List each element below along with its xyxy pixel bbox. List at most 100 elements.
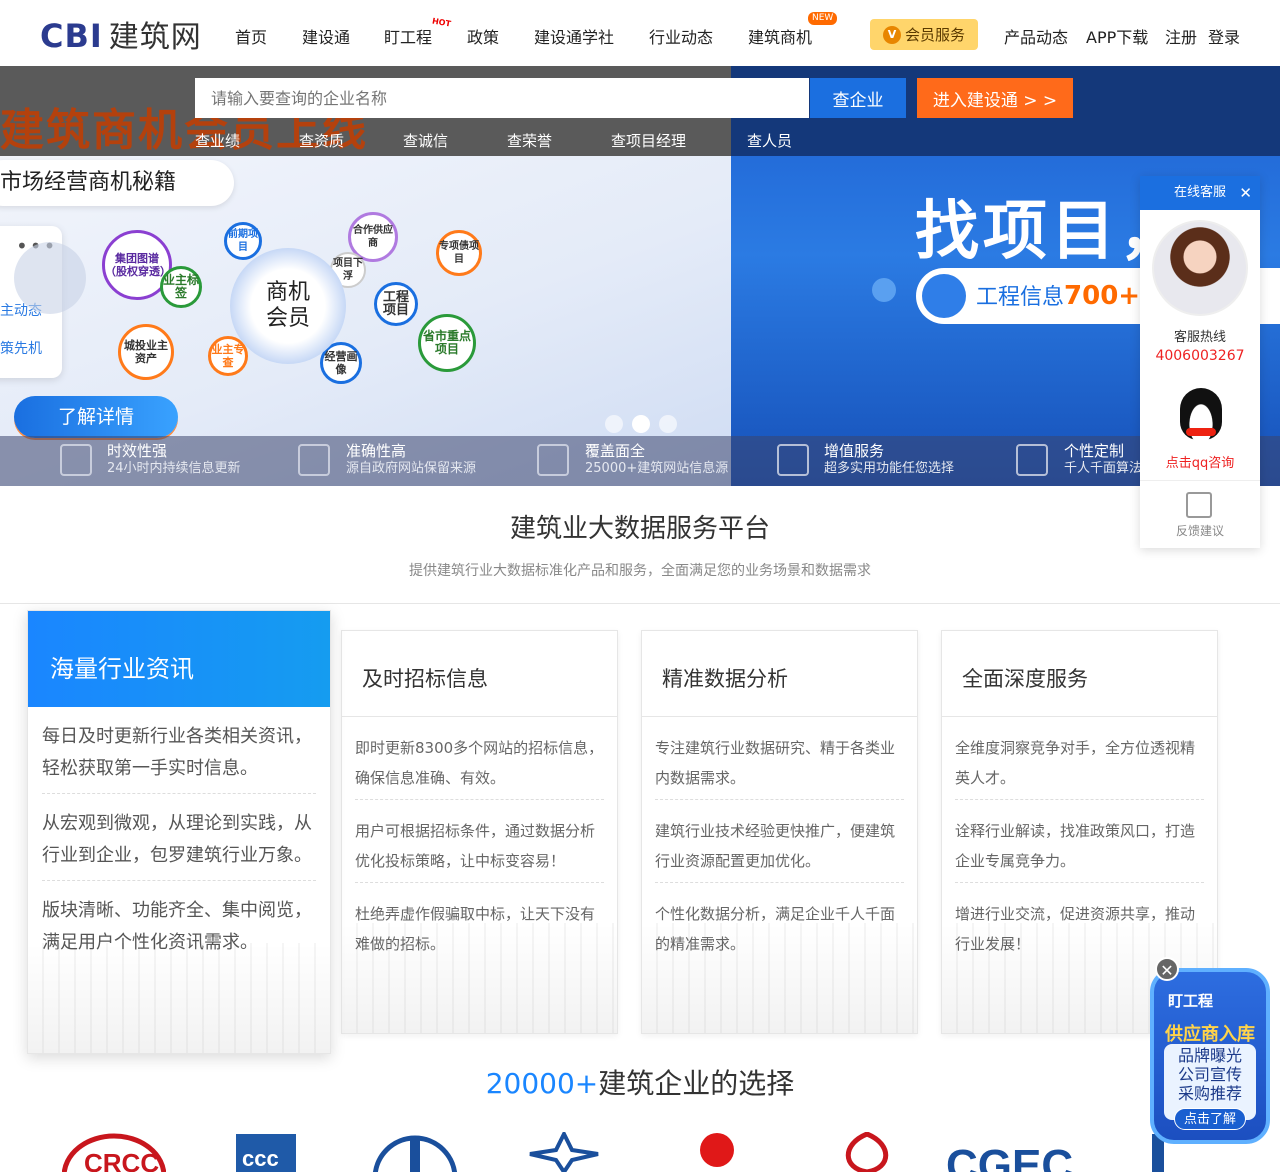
nav-product-news[interactable]: 产品动态 <box>1004 24 1068 48</box>
vip-service-button[interactable]: V 会员服务 <box>870 19 978 50</box>
crcc-logo: CRCC <box>62 1132 166 1172</box>
construction-skyline-decor <box>642 923 917 1033</box>
floater-title: 供应商入库 <box>1165 1024 1255 1045</box>
floater-line: 品牌曝光 <box>1177 1046 1242 1065</box>
supplier-promo-floater[interactable]: 盯工程 供应商入库 品牌曝光 公司宣传 采购推荐 点击了解 <box>1150 968 1270 1144</box>
section-subtitle: 提供建筑行业大数据标准化产品和服务，全面满足您的业务场景和数据需求 <box>409 563 871 579</box>
feature-coverage: 覆盖面全 25000+建筑网站信息源 <box>585 442 728 478</box>
side-circle-decor <box>14 242 86 314</box>
card-tender-info[interactable]: 及时招标信息 即时更新8300多个网站的招标信息，确保信息准确、有效。 用户可根… <box>341 630 618 1034</box>
cube-icon <box>537 444 569 476</box>
cscec-logo: ccc <box>236 1132 296 1172</box>
section-title: 建筑业大数据服务平台 <box>509 514 770 544</box>
side-card-item: 策先机 <box>0 341 42 357</box>
carousel-dot[interactable] <box>605 415 623 433</box>
card-industry-news[interactable]: 海量行业资讯 每日及时更新行业各类相关资讯，轻松获取第一手实时信息。 从宏观到微… <box>27 610 331 1054</box>
nav-register[interactable]: 注册 <box>1165 24 1197 48</box>
cccc-logo <box>528 1132 600 1172</box>
nav-business-opportunity[interactable]: 建筑商机 <box>748 24 812 48</box>
divider <box>0 603 1280 604</box>
feature-title: 准确性高 <box>346 442 407 460</box>
card-item: 专注建筑行业数据研究、精于各类业内数据需求。 <box>655 717 904 800</box>
search-company-button[interactable]: 查企业 <box>810 78 906 118</box>
tab-integrity[interactable]: 查诚信 <box>403 130 448 151</box>
target-icon <box>298 444 330 476</box>
right-pill-text: 工程信息 <box>976 285 1065 310</box>
nav-academy[interactable]: 建设通学社 <box>534 24 614 48</box>
feature-value-added: 增值服务 超多实用功能任您选择 <box>824 442 954 478</box>
hotline-number[interactable]: 4006003267 <box>1140 348 1260 364</box>
tab-qualification[interactable]: 查资质 <box>299 130 344 151</box>
bubble-owner-tag: 业主标签 <box>160 266 202 308</box>
feature-title: 覆盖面全 <box>585 442 646 460</box>
service-header: 在线客服 ✕ <box>1140 176 1260 210</box>
nav-home[interactable]: 首页 <box>235 24 267 48</box>
qq-consult-link[interactable]: 点击qq咨询 <box>1140 452 1260 471</box>
card-item: 建筑行业技术经验更快推广，便建筑行业资源配置更加优化。 <box>655 800 904 883</box>
svg-text:CGEC: CGEC <box>946 1141 1073 1172</box>
feature-desc: 千人千面算法 <box>1064 461 1143 476</box>
nav-app-download[interactable]: APP下载 <box>1086 24 1148 48</box>
divider <box>1140 480 1260 481</box>
logo-text: 建筑网 <box>108 20 202 55</box>
floater-line: 采购推荐 <box>1177 1084 1242 1103</box>
online-service-panel: 在线客服 ✕ 客服热线 4006003267 点击qq咨询 反馈建议 <box>1140 176 1260 548</box>
brands-label: 建筑企业的选择 <box>598 1067 795 1100</box>
list-icon <box>922 274 966 318</box>
feature-bar: 时效性强 24小时内持续信息更新 准确性高 源自政府网站保留来源 覆盖面全 25000… <box>0 436 1280 486</box>
cgec-logo: CGEC <box>946 1132 1082 1172</box>
calendar-icon <box>60 444 92 476</box>
qq-penguin-icon[interactable] <box>1180 388 1222 440</box>
bubble-engineering-project: 工程项目 <box>374 282 418 326</box>
feature-title: 增值服务 <box>824 442 885 460</box>
feature-desc: 超多实用功能任您选择 <box>824 461 955 476</box>
tab-project-manager[interactable]: 查项目经理 <box>611 130 686 151</box>
learn-more-button[interactable]: 了解详情 <box>14 396 178 438</box>
nav-industry-news[interactable]: 行业动态 <box>649 24 713 48</box>
banner-pill-heading: 市场经营商机秘籍 <box>0 160 234 206</box>
card-data-analysis[interactable]: 精准数据分析 专注建筑行业数据研究、精于各类业内数据需求。 建筑行业技术经验更快… <box>641 630 918 1034</box>
card-title: 精准数据分析 <box>642 631 917 717</box>
enter-jianshetong-button[interactable]: 进入建设通 > > <box>917 78 1073 118</box>
vip-icon: V <box>882 25 901 44</box>
close-icon[interactable]: ✕ <box>1239 176 1252 210</box>
crec-logo <box>370 1132 460 1172</box>
nav-dinggongcheng[interactable]: 盯工程 <box>384 24 432 48</box>
bubble-special-bond: 专项债项目 <box>436 230 482 276</box>
nav-policy[interactable]: 政策 <box>467 24 499 48</box>
card-title: 海量行业资讯 <box>28 611 330 707</box>
nav-login[interactable]: 登录 <box>1208 24 1240 48</box>
bubble-early-project: 前期项目 <box>224 222 262 260</box>
carousel-dot[interactable] <box>659 415 677 433</box>
hot-badge: HOT <box>431 16 452 29</box>
nav-jianshetong[interactable]: 建设通 <box>302 24 350 48</box>
close-icon[interactable]: ✕ <box>1155 957 1179 981</box>
construction-skyline-decor <box>342 923 617 1033</box>
tab-performance[interactable]: 查业绩 <box>195 130 240 151</box>
site-logo[interactable]: CBI 建筑网 <box>40 12 202 56</box>
feature-title: 时效性强 <box>107 442 168 460</box>
vip-label: 会员服务 <box>904 26 965 44</box>
bubble-city-investment: 城投业主资产 <box>118 324 174 380</box>
puzzle-icon <box>777 444 809 476</box>
carousel-dot-active[interactable] <box>632 415 650 433</box>
floater-brand: 盯工程 <box>1168 992 1214 1010</box>
floater-learn-button[interactable]: 点击了解 <box>1174 1108 1246 1130</box>
feature-timeliness: 时效性强 24小时内持续信息更新 <box>107 442 241 478</box>
feature-desc: 24小时内持续信息更新 <box>107 461 241 476</box>
card-title: 及时招标信息 <box>342 631 617 717</box>
card-item: 从宏观到微观，从理论到实践，从行业到企业，包罗建筑行业万象。 <box>42 794 316 881</box>
feature-title: 个性定制 <box>1064 442 1125 460</box>
card-item: 每日及时更新行业各类相关资讯，轻松获取第一手实时信息。 <box>42 707 316 794</box>
tab-personnel[interactable]: 查人员 <box>747 130 792 151</box>
card-title: 全面深度服务 <box>942 631 1217 717</box>
feature-desc: 25000+建筑网站信息源 <box>585 461 729 476</box>
tab-honors[interactable]: 查荣誉 <box>507 130 552 151</box>
construction-skyline-decor <box>28 943 330 1053</box>
feature-customization: 个性定制 千人千面算法 <box>1064 442 1142 478</box>
logo-cbi: CBI <box>40 17 103 55</box>
hero-banner: 建筑商机会员上线 查企业 进入建设通 > > 查业绩 查资质 查诚信 查荣誉 查… <box>0 66 1280 486</box>
brands-heading: 20000+建筑企业的选择 <box>0 1062 1280 1102</box>
bubble-key-project: 省市重点项目 <box>418 314 476 372</box>
company-search-input[interactable] <box>195 78 809 118</box>
